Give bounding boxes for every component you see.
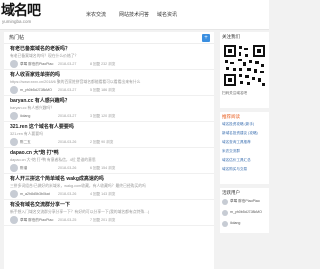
avatar bbox=[222, 210, 228, 216]
user-name: m_yh0b5dJ7J8kMO bbox=[230, 210, 262, 214]
list-item: 有人开三拼这个简单域名 wakg成高速的吗 三拼多词组合/已做好的米域米，wak… bbox=[4, 175, 214, 200]
panel-header: 热门帖 + bbox=[4, 32, 214, 44]
author-name[interactable]: 草莓 胖伯的PiaoPiao bbox=[20, 61, 53, 67]
active-users-title: 活跃用户 bbox=[222, 190, 240, 195]
list-item: baryan.cc 有人感兴趣吗？ baryan.cc 有人感兴趣吗？ ilol… bbox=[4, 97, 214, 122]
avatar[interactable] bbox=[10, 164, 18, 172]
recommend-link[interactable]: 域名投资攻略 (新手) bbox=[222, 122, 254, 127]
avatar bbox=[222, 199, 228, 205]
question-list-panel: 热门帖 + 有老已备案域名的老板吗？ 有老已备案域名的吗？现在什么价格了？ 草莓… bbox=[4, 32, 214, 269]
author-name[interactable]: m_yh0b5dJ7J8kMO bbox=[20, 87, 52, 93]
recommend-card: 推荐阅读 域名投资攻略 (新手) 新域名投资建议 (攻略) 域名查询工具推荐 米… bbox=[220, 112, 269, 184]
list-item: dapao.cn 大*炮 打*鸭 dapao.cn 大*炮 打*鸭 有意者私信，… bbox=[4, 149, 214, 174]
question-title[interactable]: 有没有域名交流群分享一下 bbox=[10, 202, 70, 209]
list-item: 321.ren 这个域名有人要要吗 321.ren 有人要要吗 陈二五 2018… bbox=[4, 123, 214, 148]
qr-code-icon bbox=[223, 44, 266, 87]
list-item: 有人收百家姓单拼的吗 https://www.xxxx.cn/2018/6 聚的… bbox=[4, 71, 214, 96]
post-stats: 4 回复 143 浏览 bbox=[90, 192, 116, 196]
user-entry[interactable]: m_yh0b5dJ7J8kMO bbox=[222, 209, 267, 217]
question-excerpt: 有老已备案域名的吗？现在什么价格了？ bbox=[10, 54, 79, 58]
recommend-link[interactable]: 域名购买与交易 bbox=[222, 167, 247, 172]
post-stats: 8 回复 232 浏览 bbox=[90, 62, 116, 66]
recommend-link[interactable]: 米农交流群 bbox=[222, 149, 240, 154]
question-title[interactable]: 有人开三拼这个简单域名 wakg成高速的吗 bbox=[10, 176, 104, 183]
follow-card-title: 关注我们 bbox=[222, 34, 240, 39]
avatar[interactable] bbox=[10, 138, 18, 146]
post-stats: 6 回复 154 浏览 bbox=[90, 166, 116, 170]
post-stats: 3 回复 120 浏览 bbox=[90, 114, 116, 118]
new-post-button[interactable]: + bbox=[202, 34, 210, 42]
question-title[interactable]: 有老已备案域名的老板吗？ bbox=[10, 46, 70, 53]
user-name: 草莓 胖伯PiaoPiao bbox=[230, 199, 260, 203]
question-excerpt: 三拼多词组合/已做好的米域米，wakg.com收藏，有人收藏吗？最终已经购买的吗 bbox=[10, 184, 146, 188]
nav-item-community[interactable]: 米农交流 bbox=[86, 11, 106, 19]
qr-caption: 扫码关注域名吧 bbox=[222, 91, 248, 95]
avatar[interactable] bbox=[10, 86, 18, 94]
post-stats: 5 回复 186 浏览 bbox=[90, 88, 116, 92]
logo-domain: yumingba.com bbox=[2, 19, 32, 24]
post-stats: 7 回复 201 浏览 bbox=[90, 218, 116, 222]
recommend-link[interactable]: 域名查询工具推荐 bbox=[222, 140, 251, 145]
post-time: 2018-03-26 bbox=[58, 166, 77, 170]
user-name: ilolang bbox=[230, 221, 241, 225]
post-time: 2018-03-27 bbox=[58, 88, 77, 92]
avatar[interactable] bbox=[10, 60, 18, 68]
site-header: 域名吧 yumingba.com 米农交流 网站技术问答 域名资讯 bbox=[0, 0, 269, 30]
list-item: 有没有域名交流群分享一下 新手想入门域名交流群分享分享一下？有好的可以分享一下(… bbox=[4, 201, 214, 226]
question-title[interactable]: 321.ren 这个域名有人要要吗 bbox=[10, 124, 74, 131]
nav-item-tech-qa[interactable]: 网站技术问答 bbox=[119, 11, 149, 19]
question-excerpt: https://www.xxxx.cn/2018/6 聚的百家姓拼音域名都能看看… bbox=[10, 80, 141, 84]
recommend-link[interactable]: 新域名投资建议 (攻略) bbox=[222, 131, 258, 136]
post-stats: 2 回复 90 浏览 bbox=[90, 140, 114, 144]
post-time: 2018-03-26 bbox=[58, 192, 77, 196]
question-excerpt: 新手想入门域名交流群分享分享一下？有好的可以分享一下(我的域名都有点特殊…) bbox=[10, 210, 150, 214]
question-title[interactable]: baryan.cc 有人感兴趣吗？ bbox=[10, 98, 70, 105]
logo-text: 域名吧 bbox=[1, 3, 41, 19]
avatar[interactable] bbox=[10, 112, 18, 120]
follow-card: 关注我们 扫码关注域名吧 bbox=[220, 32, 269, 108]
site-logo[interactable]: 域名吧 yumingba.com bbox=[1, 2, 45, 28]
panel-title: 热门帖 bbox=[9, 35, 25, 41]
avatar bbox=[222, 221, 228, 227]
author-name[interactable]: 陈二五 bbox=[20, 139, 31, 145]
active-users-card: 活跃用户 草莓 胖伯PiaoPiao m_yh0b5dJ7J8kMO ilola… bbox=[220, 188, 269, 233]
post-time: 2018-03-27 bbox=[58, 62, 77, 66]
list-item: 有老已备案域名的老板吗？ 有老已备案域名的吗？现在什么价格了？ 草莓 胖伯的Pi… bbox=[4, 45, 214, 70]
post-time: 2018-03-25 bbox=[58, 218, 77, 222]
user-entry[interactable]: ilolang bbox=[222, 220, 267, 228]
question-excerpt: dapao.cn 大*炮 打*鸭 有意者私信，4位 是谁的意思 bbox=[10, 158, 96, 162]
avatar[interactable] bbox=[10, 216, 18, 224]
avatar[interactable] bbox=[10, 190, 18, 198]
nav-item-news[interactable]: 域名资讯 bbox=[157, 11, 177, 19]
question-title[interactable]: dapao.cn 大*炮 打*鸭 bbox=[10, 150, 59, 157]
recommend-card-title: 推荐阅读 bbox=[222, 114, 240, 119]
post-time: 2018-03-26 bbox=[58, 140, 77, 144]
post-time: 2018-03-27 bbox=[58, 114, 77, 118]
question-title[interactable]: 有人收百家姓单拼的吗 bbox=[10, 72, 60, 79]
author-name[interactable]: 陈谱 bbox=[20, 165, 27, 171]
author-name[interactable]: 草莓 胖伯的PiaoPiao bbox=[20, 217, 53, 223]
author-name[interactable]: ilolang bbox=[20, 113, 30, 119]
author-name[interactable]: m_a2h8d5b3b0kat bbox=[20, 191, 50, 197]
question-excerpt: 321.ren 有人要要吗 bbox=[10, 132, 43, 136]
question-excerpt: baryan.cc 有人感兴趣吗？ bbox=[10, 106, 55, 110]
user-entry[interactable]: 草莓 胖伯PiaoPiao bbox=[222, 198, 267, 206]
recommend-link[interactable]: 域名估价工具汇总 bbox=[222, 158, 251, 163]
